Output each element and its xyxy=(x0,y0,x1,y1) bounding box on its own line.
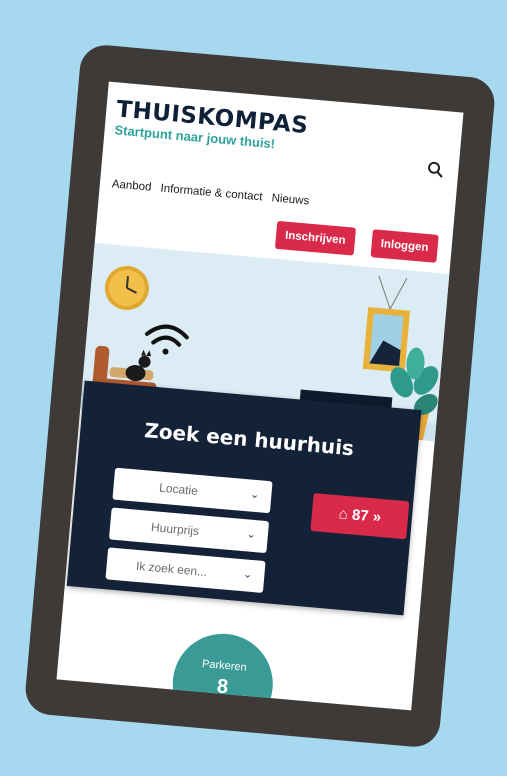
home-icon: ⌂ xyxy=(338,505,349,524)
chevron-down-icon: ⌄ xyxy=(246,528,257,542)
type-select[interactable]: Ik zoek een... ⌄ xyxy=(105,547,266,593)
main-nav: Aanbod Informatie & contact Nieuws xyxy=(111,178,315,208)
price-select-value: Huurprijs xyxy=(150,520,200,539)
brand-logo[interactable]: THUISKOMPAS Startpunt naar jouw thuis! xyxy=(114,96,309,154)
tablet-device: THUISKOMPAS Startpunt naar jouw thuis! A… xyxy=(23,43,497,749)
search-icon[interactable] xyxy=(426,160,446,180)
screen: THUISKOMPAS Startpunt naar jouw thuis! A… xyxy=(56,81,464,711)
result-count: 87 xyxy=(351,506,370,525)
clock-icon xyxy=(104,265,149,310)
login-button[interactable]: Inloggen xyxy=(370,229,439,263)
parking-stat[interactable]: Parkeren 8 xyxy=(168,629,277,711)
location-select-value: Locatie xyxy=(158,480,199,498)
search-results-button[interactable]: ⌂ 87 » xyxy=(310,493,410,540)
wifi-icon xyxy=(144,324,189,355)
search-title: Zoek een huurhuis xyxy=(143,418,355,461)
nav-item-informatie-contact[interactable]: Informatie & contact xyxy=(160,183,263,204)
result-arrow: » xyxy=(372,508,382,526)
stat-value: 8 xyxy=(216,675,230,699)
register-button[interactable]: Inschrijven xyxy=(274,220,356,256)
chevron-down-icon: ⌄ xyxy=(249,488,260,502)
nav-item-nieuws[interactable]: Nieuws xyxy=(271,192,310,207)
type-select-value: Ik zoek een... xyxy=(135,558,208,580)
location-select[interactable]: Locatie ⌄ xyxy=(112,467,273,514)
search-panel: Zoek een huurhuis Locatie ⌄ Huurprijs ⌄ … xyxy=(66,380,422,616)
picture-frame xyxy=(362,275,411,373)
chevron-down-icon: ⌄ xyxy=(242,568,253,581)
nav-item-aanbod[interactable]: Aanbod xyxy=(111,178,152,193)
price-select[interactable]: Huurprijs ⌄ xyxy=(108,507,270,554)
